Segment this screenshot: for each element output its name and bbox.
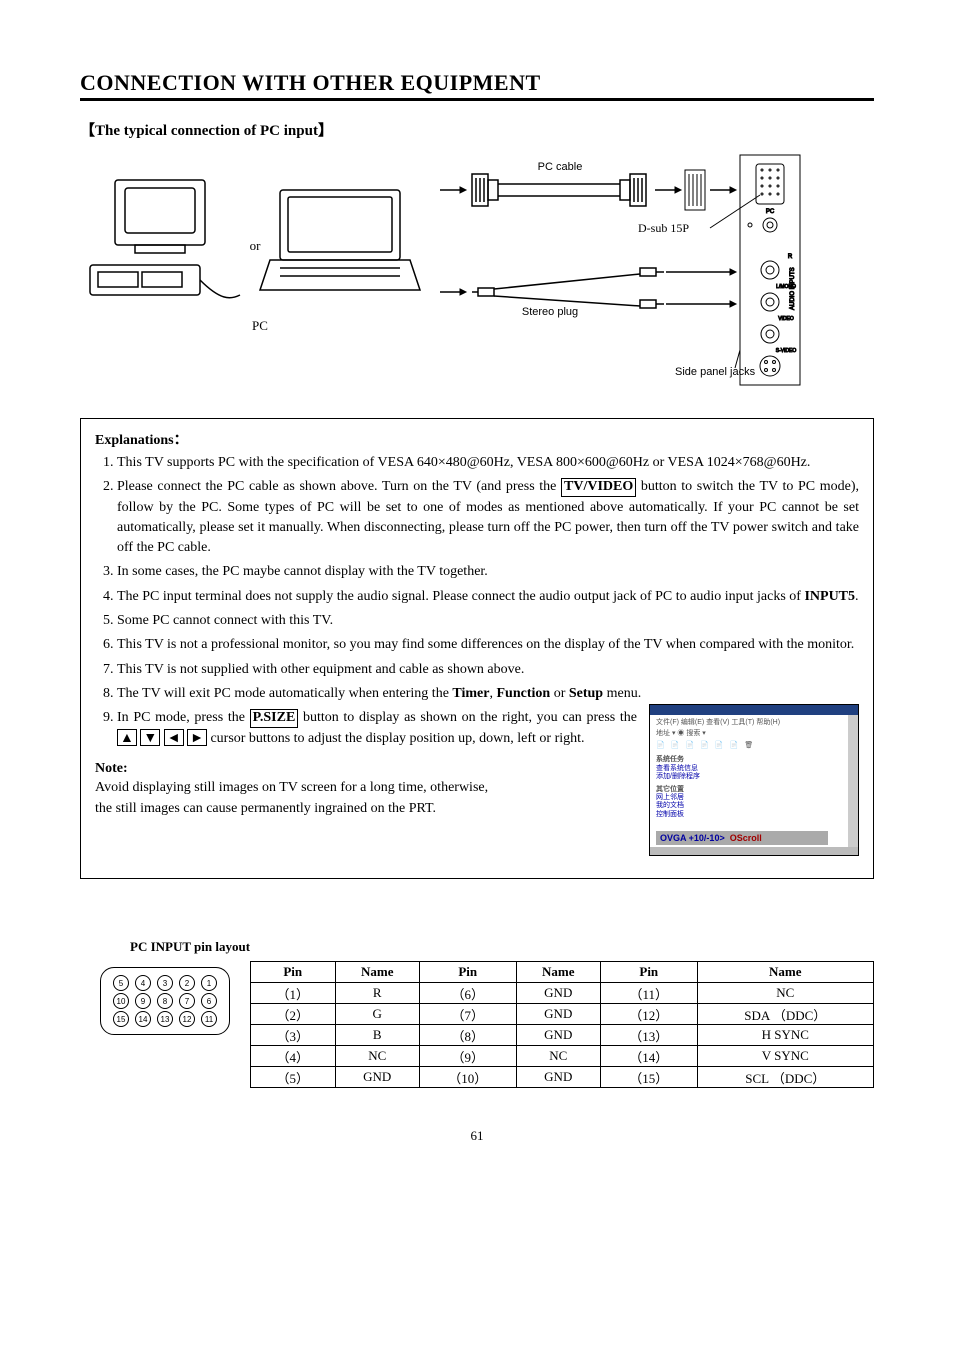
pin-table-cell: （9）: [419, 1046, 516, 1067]
pin-table-cell: NC: [335, 1046, 419, 1067]
pin-table-header: Name: [516, 962, 600, 983]
svg-text:D-sub 15P: D-sub 15P: [638, 221, 689, 235]
explain-item-5: Some PC cannot connect with this TV.: [117, 611, 859, 631]
explanations-heading: Explanations：: [95, 429, 859, 449]
up-arrow-icon: ▲: [117, 729, 137, 746]
pin-table-cell: （3）: [251, 1025, 336, 1046]
or-label: or: [250, 238, 262, 253]
pin-table-cell: H SYNC: [697, 1025, 873, 1046]
tv-video-button-label: TV/VIDEO: [561, 478, 636, 497]
left-arrow-icon: ◄: [164, 729, 184, 746]
pin-table-cell: （5）: [251, 1067, 336, 1088]
pin-circle: 9: [135, 993, 151, 1009]
svg-text:PC cable: PC cable: [538, 161, 583, 173]
explain-item-4: The PC input terminal does not supply th…: [117, 587, 859, 607]
right-arrow-icon: ►: [187, 729, 207, 746]
explain-item-9: 文件(F) 编辑(E) 查看(V) 工具(T) 帮助(H) 地址 ▾ ◉ 搜索 …: [117, 708, 859, 749]
title-rule: [80, 98, 874, 101]
table-row: （5）GND（10）GND（15）SCL （DDC）: [251, 1067, 874, 1088]
screenshot-ovga-label: OVGA +10/-10>: [660, 833, 725, 843]
pin-circle: 8: [157, 993, 173, 1009]
pin-table-cell: （15）: [601, 1067, 698, 1088]
pin-table-cell: G: [335, 1004, 419, 1025]
pin-table-cell: （12）: [601, 1004, 698, 1025]
svg-text:Side panel jacks: Side panel jacks: [675, 366, 756, 378]
pin-table-cell: （1）: [251, 983, 336, 1004]
screenshot-oscroll-label: OScroll: [730, 833, 762, 843]
pin-table-cell: GND: [335, 1067, 419, 1088]
svg-text:Stereo plug: Stereo plug: [522, 306, 578, 318]
pin-circle: 1: [201, 975, 217, 991]
pin-table-cell: （7）: [419, 1004, 516, 1025]
pin-circle: 3: [157, 975, 173, 991]
pin-table-cell: （8）: [419, 1025, 516, 1046]
pin-table-cell: （13）: [601, 1025, 698, 1046]
pin-circle: 6: [201, 993, 217, 1009]
pin-section-title: PC INPUT pin layout: [130, 939, 874, 955]
explanations-list: This TV supports PC with the specificati…: [95, 453, 859, 749]
pin-section: PC INPUT pin layout 54321 10 9876 15 14 13 1…: [80, 939, 874, 1088]
svg-text:R: R: [788, 254, 793, 260]
pin-table-header: Pin: [419, 962, 516, 983]
pin-circle: 11: [201, 1011, 217, 1027]
explain-item-7: This TV is not supplied with other equip…: [117, 660, 859, 680]
pin-table-header: Name: [697, 962, 873, 983]
pin-table-header: Pin: [251, 962, 336, 983]
pin-table-cell: NC: [697, 983, 873, 1004]
table-row: （1）R（6）GND（11）NC: [251, 983, 874, 1004]
pin-circle: 14: [135, 1011, 151, 1027]
pin-circle: 5: [113, 975, 129, 991]
pin-table-cell: GND: [516, 1067, 600, 1088]
explain-item-2: Please connect the PC cable as shown abo…: [117, 477, 859, 558]
connection-diagram: or PC: [80, 150, 874, 400]
pin-table-cell: GND: [516, 983, 600, 1004]
svg-text:PC: PC: [766, 209, 775, 215]
pin-table-cell: （10）: [419, 1067, 516, 1088]
explanations-box: Explanations： This TV supports PC with t…: [80, 418, 874, 879]
pin-table-cell: V SYNC: [697, 1046, 873, 1067]
pin-table-cell: （4）: [251, 1046, 336, 1067]
pin-table-header: Pin: [601, 962, 698, 983]
pin-circle: 15: [113, 1011, 129, 1027]
pin-table-cell: （11）: [601, 983, 698, 1004]
pin-table-cell: GND: [516, 1004, 600, 1025]
pc-mode-screenshot: 文件(F) 编辑(E) 查看(V) 工具(T) 帮助(H) 地址 ▾ ◉ 搜索 …: [649, 704, 859, 856]
section-subhead: 【The typical connection of PC input】: [80, 119, 874, 140]
down-arrow-icon: ▼: [140, 729, 160, 746]
page-title: CONNECTION WITH OTHER EQUIPMENT: [80, 70, 874, 96]
pin-table-header: Name: [335, 962, 419, 983]
pin-circle: 13: [157, 1011, 173, 1027]
pin-table-cell: NC: [516, 1046, 600, 1067]
explain-item-6: This TV is not a professional monitor, s…: [117, 635, 859, 655]
pin-circle: 7: [179, 993, 195, 1009]
pin-circle: 12: [179, 1011, 195, 1027]
pin-table: PinNamePinNamePinName （1）R（6）GND（11）NC（2…: [250, 961, 874, 1088]
pin-table-cell: （6）: [419, 983, 516, 1004]
psize-button-label: P.SIZE: [250, 709, 299, 728]
pin-table-cell: GND: [516, 1025, 600, 1046]
pin-table-cell: SCL （DDC）: [697, 1067, 873, 1088]
pin-circle: 10: [113, 993, 129, 1009]
pin-layout-diagram: 54321 10 9876 15 14 13 12 11: [100, 967, 230, 1035]
explain-item-8: The TV will exit PC mode automatically w…: [117, 684, 859, 704]
pin-circle: 4: [135, 975, 151, 991]
page-number: 61: [80, 1128, 874, 1144]
explain-item-3: In some cases, the PC maybe cannot displ…: [117, 562, 859, 582]
pin-table-cell: SDA （DDC）: [697, 1004, 873, 1025]
svg-text:S-VIDEO: S-VIDEO: [776, 348, 797, 354]
table-row: （3）B（8）GND（13）H SYNC: [251, 1025, 874, 1046]
table-row: （4）NC（9）NC（14）V SYNC: [251, 1046, 874, 1067]
pin-circle: 2: [179, 975, 195, 991]
svg-text:PC: PC: [252, 318, 268, 333]
table-row: （2）G（7）GND（12）SDA （DDC）: [251, 1004, 874, 1025]
pin-table-cell: （14）: [601, 1046, 698, 1067]
pin-table-cell: R: [335, 983, 419, 1004]
pin-table-cell: B: [335, 1025, 419, 1046]
svg-text:VIDEO: VIDEO: [778, 316, 794, 322]
svg-text:AUDIO INPUTS: AUDIO INPUTS: [790, 267, 796, 310]
explain-item-1: This TV supports PC with the specificati…: [117, 453, 859, 473]
pin-table-cell: （2）: [251, 1004, 336, 1025]
